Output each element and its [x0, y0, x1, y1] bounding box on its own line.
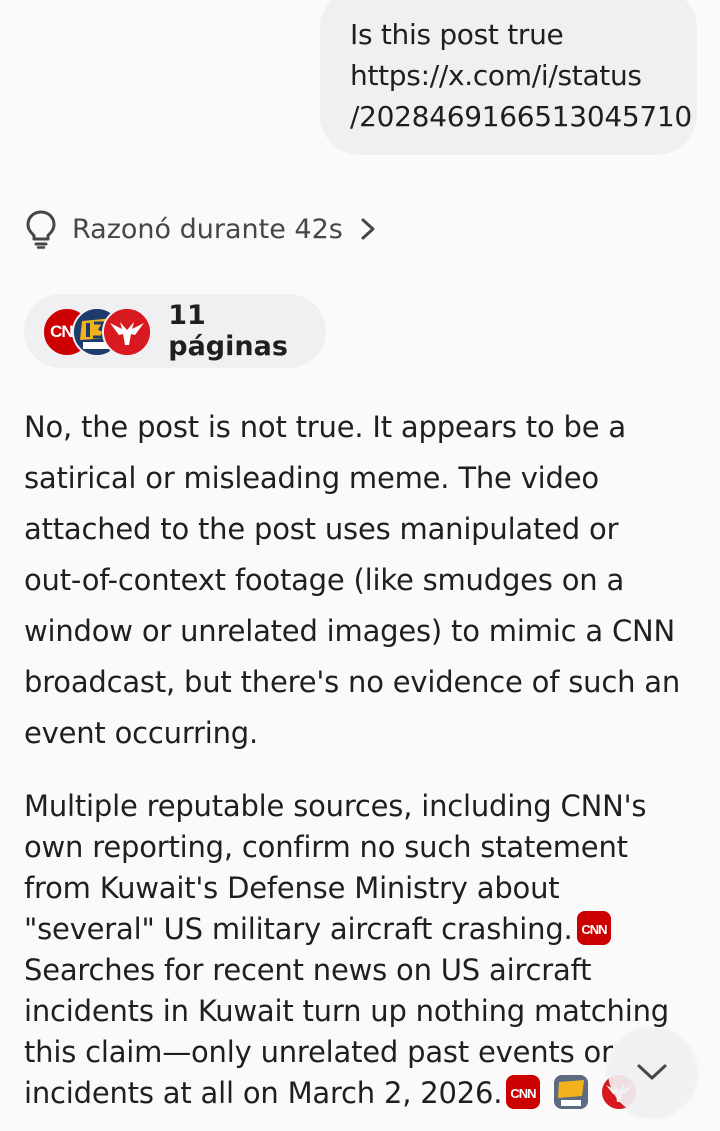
answer-line-text: "several" US military aircraft crashing.: [24, 912, 573, 946]
citation-cnn-icon[interactable]: CNN: [576, 911, 611, 945]
answer-line: satirical or misleading meme. The video: [24, 461, 599, 495]
sources-count-label: 11 páginas: [168, 300, 288, 362]
citation-cnn-icon[interactable]: CNN: [506, 1075, 541, 1109]
user-message-line[interactable]: /2028469166513045710: [350, 96, 692, 137]
answer-line: broadcast, but there's no evidence of su…: [24, 665, 681, 699]
user-message-line[interactable]: https://x.com/i/status: [350, 55, 677, 96]
eagle-logo: [102, 307, 152, 357]
user-message-line: Is this post true: [350, 18, 564, 51]
answer-line-with-citation: incidents at all on March 2, 2026. CNN: [24, 1073, 704, 1114]
answer-line: from Kuwait's Defense Ministry about: [24, 871, 560, 905]
answer-line: this claim—only unrelated past events or: [24, 1035, 613, 1069]
user-message-bubble[interactable]: Is this post true https://x.com/i/status…: [320, 0, 697, 155]
eagle-icon: [104, 309, 150, 355]
answer-line-with-citation: "several" US military aircraft crashing.…: [24, 909, 704, 950]
answer-line: No, the post is not true. It appears to …: [24, 410, 626, 444]
source-favicons: CNN: [42, 307, 152, 357]
chevron-down-icon: [637, 1064, 667, 1080]
answer-line: Multiple reputable sources, including CN…: [24, 789, 647, 823]
chevron-right-icon: [361, 218, 375, 240]
answer-line: out-of-context footage (like smudges on …: [24, 563, 625, 597]
reasoning-toggle[interactable]: Razonó durante 42s: [24, 206, 379, 252]
answer-line: incidents in Kuwait turn up nothing matc…: [24, 994, 669, 1028]
svg-text:CNN: CNN: [581, 922, 607, 937]
lightbulb-icon: [26, 210, 56, 249]
svg-text:CNN: CNN: [511, 1086, 537, 1101]
chat-screen: Is this post true https://x.com/i/status…: [0, 0, 720, 1131]
sources-chip[interactable]: CNN 11 páginas: [24, 294, 326, 368]
answer-line: attached to the post uses manipulated or: [24, 512, 619, 546]
answer-line: window or unrelated images) to mimic a C…: [24, 614, 675, 648]
reasoning-label: Razonó durante 42s: [72, 213, 343, 245]
answer-line: event occurring.: [24, 716, 259, 750]
answer-line-text: incidents at all on March 2, 2026.: [24, 1076, 503, 1110]
scroll-to-bottom-button[interactable]: [608, 1028, 696, 1116]
citation-kado13-icon[interactable]: [554, 1075, 589, 1109]
answer-line: Searches for recent news on US aircraft: [24, 953, 592, 987]
answer-paragraph-1: No, the post is not true. It appears to …: [24, 402, 704, 759]
answer-line: own reporting, confirm no such statement: [24, 830, 628, 864]
answer-paragraph-2: Multiple reputable sources, including CN…: [24, 786, 704, 1114]
